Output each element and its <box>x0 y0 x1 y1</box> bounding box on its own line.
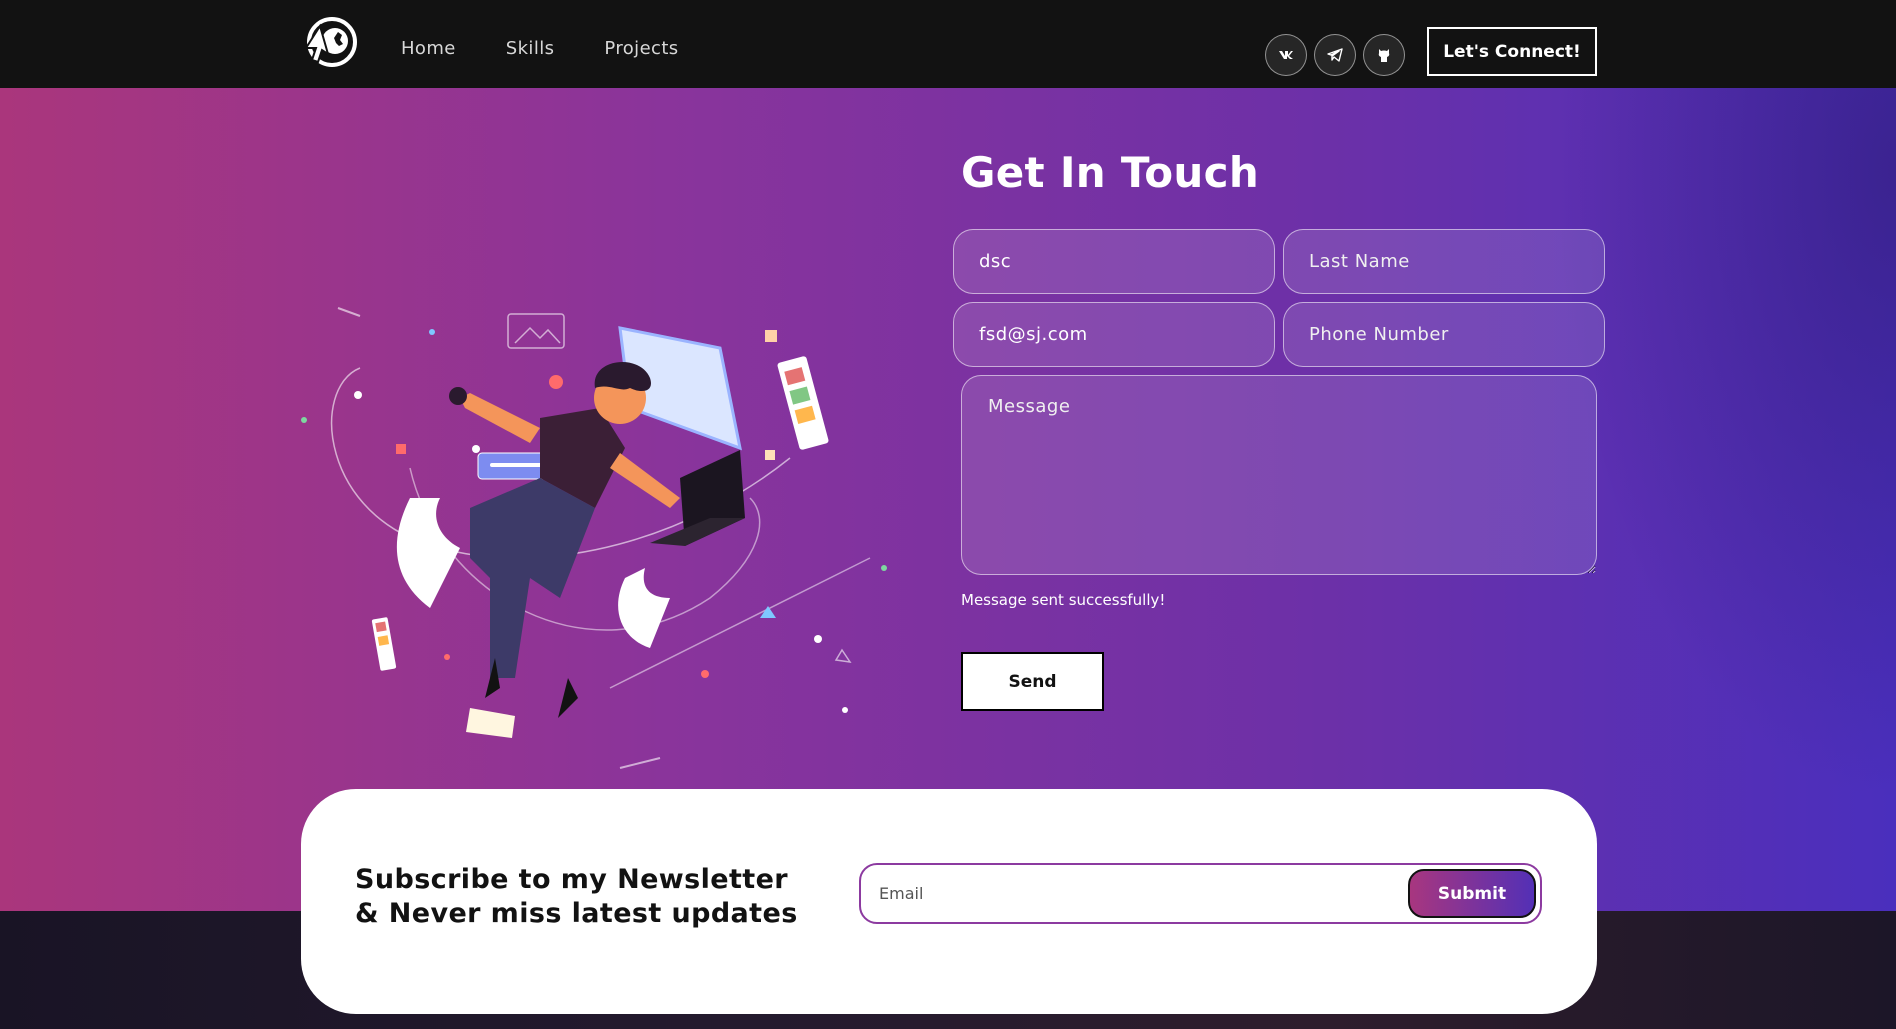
newsletter-submit-button[interactable]: Submit <box>1408 869 1536 918</box>
logo-icon[interactable] <box>302 14 358 72</box>
newsletter-title-line2: & Never miss latest updates <box>355 898 798 929</box>
nav-projects[interactable]: Projects <box>604 38 678 59</box>
nav-skills[interactable]: Skills <box>506 38 555 59</box>
newsletter-form: Submit <box>859 863 1542 924</box>
vk-icon[interactable] <box>1265 34 1307 76</box>
last-name-field[interactable] <box>1283 229 1605 294</box>
connect-button[interactable]: Let's Connect! <box>1427 27 1597 76</box>
first-name-field[interactable] <box>953 229 1275 294</box>
phone-field[interactable] <box>1283 302 1605 367</box>
github-icon[interactable] <box>1363 34 1405 76</box>
newsletter-card: Subscribe to my Newsletter & Never miss … <box>301 789 1597 1014</box>
social-icons <box>1265 34 1405 76</box>
send-button[interactable]: Send <box>961 652 1104 711</box>
contact-title: Get In Touch <box>961 148 1260 197</box>
nav-home[interactable]: Home <box>401 38 456 59</box>
email-field[interactable] <box>953 302 1275 367</box>
newsletter-email-input[interactable] <box>879 865 1379 922</box>
navbar: Home Skills Projects Let's Connect! <box>0 0 1896 88</box>
nav-links: Home Skills Projects <box>401 38 679 59</box>
telegram-icon[interactable] <box>1314 34 1356 76</box>
contact-section: Get In Touch <box>0 88 1896 911</box>
message-field[interactable] <box>961 375 1597 575</box>
developer-illustration <box>301 307 887 769</box>
newsletter-title-line1: Subscribe to my Newsletter <box>355 864 788 895</box>
newsletter-title: Subscribe to my Newsletter & Never miss … <box>355 863 798 931</box>
status-message: Message sent successfully! <box>961 591 1166 609</box>
